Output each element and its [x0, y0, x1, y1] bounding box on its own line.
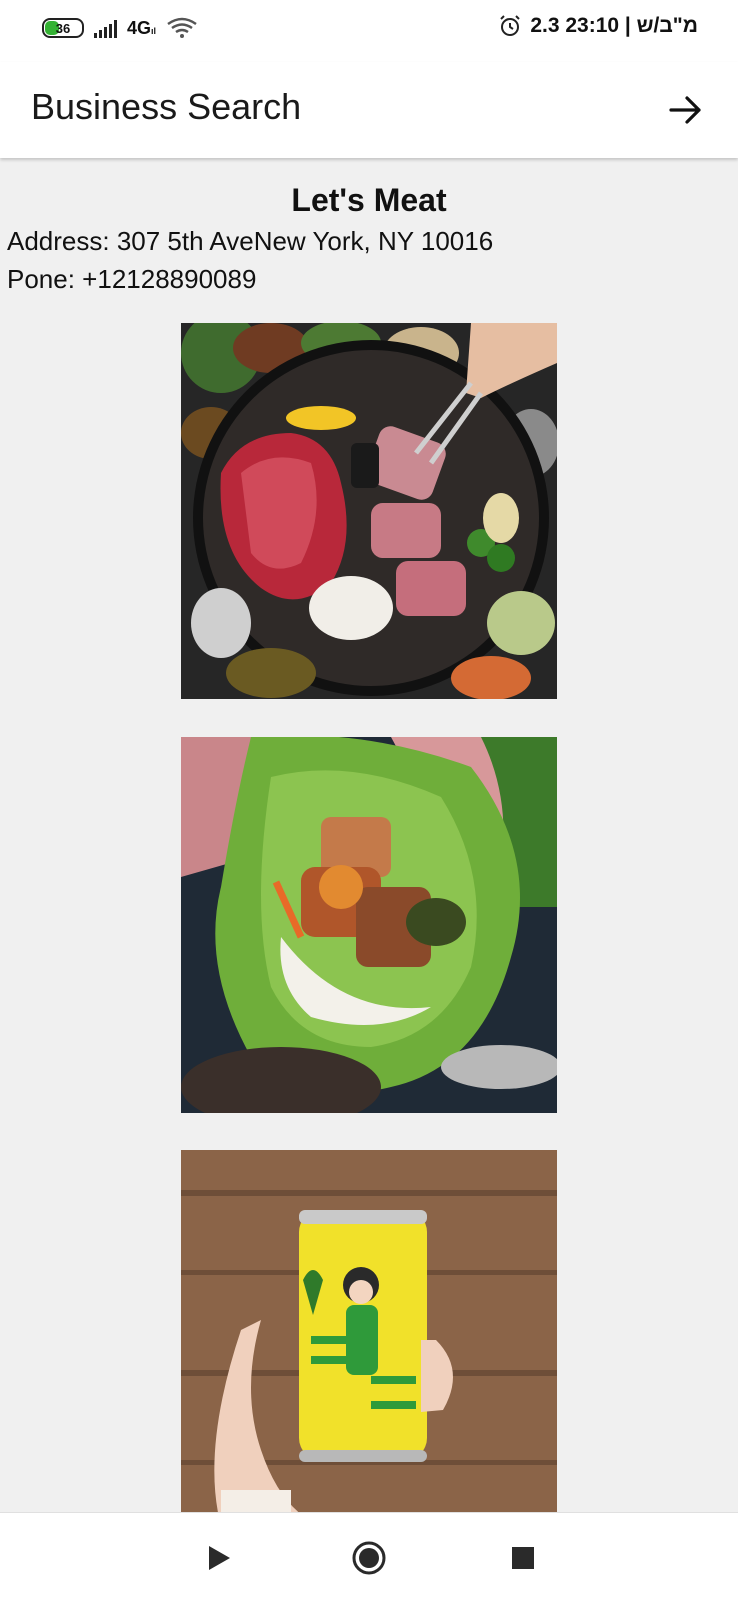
- korean-bbq-grill-photo: [181, 323, 557, 699]
- back-button[interactable]: [202, 1541, 236, 1575]
- battery-icon: 36: [42, 18, 84, 38]
- alarm-clock-icon: [500, 15, 521, 36]
- arrow-right-icon: [669, 96, 701, 124]
- app-bar: Business Search: [0, 62, 738, 158]
- status-text: 2.3 מ"ב/ש | 23:10: [530, 14, 698, 37]
- back-triangle-icon: [209, 1546, 230, 1570]
- system-nav-bar: [0, 1512, 738, 1601]
- forward-button[interactable]: [662, 86, 710, 134]
- recents-button[interactable]: [506, 1541, 540, 1575]
- status-left: 36 4Gıl: [42, 17, 198, 39]
- home-circle-icon: [352, 1541, 386, 1575]
- business-details: Let's Meat Address: 307 5th AveNew York,…: [0, 160, 738, 1512]
- home-button[interactable]: [352, 1541, 386, 1575]
- pineapple-soju-can-photo: [181, 1150, 557, 1512]
- signal-icon: [94, 18, 117, 38]
- battery-level: 36: [55, 20, 71, 36]
- lettuce-wrap-photo: [181, 737, 557, 1113]
- network-indicator: 4Gıl: [127, 18, 156, 39]
- business-address: Address: 307 5th AveNew York, NY 10016: [7, 226, 494, 256]
- wifi-icon: [167, 17, 197, 38]
- recents-square-icon: [512, 1547, 534, 1569]
- business-phone: Pone: +12128890089: [7, 264, 257, 294]
- network-type: 4G: [127, 17, 152, 38]
- status-bar: 36 4Gıl 2.3 מ"ב/ש | 23:10: [0, 0, 738, 62]
- network-suffix: ıl: [151, 25, 157, 36]
- page-title: Business Search: [31, 86, 302, 127]
- business-name: Let's Meat: [291, 182, 447, 218]
- status-right: 2.3 מ"ב/ש | 23:10: [498, 14, 698, 38]
